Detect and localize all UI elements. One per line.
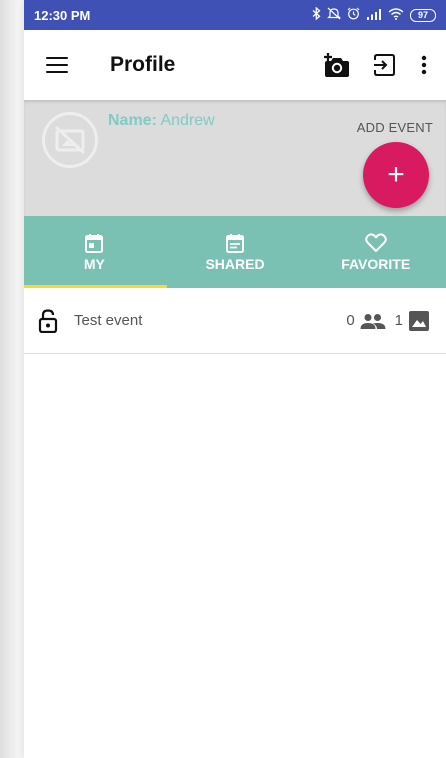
add-event-button[interactable]: + [363, 142, 429, 208]
mute-icon [327, 7, 341, 23]
lock-open-icon [38, 308, 60, 333]
status-bar: 12:30 PM 97 [24, 0, 446, 30]
profile-name: Name: Andrew [108, 112, 215, 130]
tab-shared-label: SHARED [205, 256, 265, 272]
logout-icon[interactable] [366, 47, 402, 83]
event-name: Test event [74, 312, 143, 329]
name-label: Name: [108, 112, 157, 129]
tab-my[interactable]: MY [24, 216, 165, 288]
wifi-icon [388, 7, 404, 23]
avatar[interactable] [42, 112, 98, 168]
tab-shared[interactable]: SHARED [165, 216, 306, 288]
event-note-icon [225, 232, 245, 254]
battery-icon: 97 [410, 8, 436, 22]
app-bar: Profile [24, 30, 446, 100]
heart-outline-icon [364, 232, 387, 254]
page-title: Profile [110, 53, 176, 76]
menu-icon[interactable] [46, 57, 68, 73]
app-bar-actions [318, 30, 432, 100]
profile-header: Name: Andrew ADD EVENT + [24, 100, 446, 216]
signal-icon [366, 8, 382, 23]
people-icon [360, 313, 386, 329]
event-list: Test event 0 1 [24, 288, 446, 354]
phone-screen: 12:30 PM 97 Profile Name: Andrew ADD EVE… [24, 0, 446, 758]
list-item[interactable]: Test event 0 1 [24, 288, 446, 354]
tab-favorite-label: FAVORITE [341, 256, 411, 272]
more-vert-icon[interactable] [416, 47, 432, 83]
photos-count: 1 [394, 312, 403, 329]
alarm-icon [347, 7, 360, 23]
participants-count: 0 [346, 312, 355, 329]
event-meta: 0 1 [346, 310, 430, 332]
name-value: Andrew [160, 112, 215, 129]
tab-favorite[interactable]: FAVORITE [305, 216, 446, 288]
add-event-label: ADD EVENT [356, 120, 433, 135]
status-time: 12:30 PM [34, 7, 91, 23]
tab-indicator [24, 285, 167, 288]
tab-my-label: MY [83, 256, 105, 272]
status-icons: 97 [312, 6, 436, 23]
image-icon [408, 310, 430, 332]
no-photo-icon [54, 126, 86, 154]
add-photo-icon[interactable] [318, 47, 354, 83]
tab-bar: MY SHARED FAVORITE [24, 216, 446, 288]
bluetooth-icon [312, 6, 321, 23]
calendar-icon [84, 232, 104, 254]
